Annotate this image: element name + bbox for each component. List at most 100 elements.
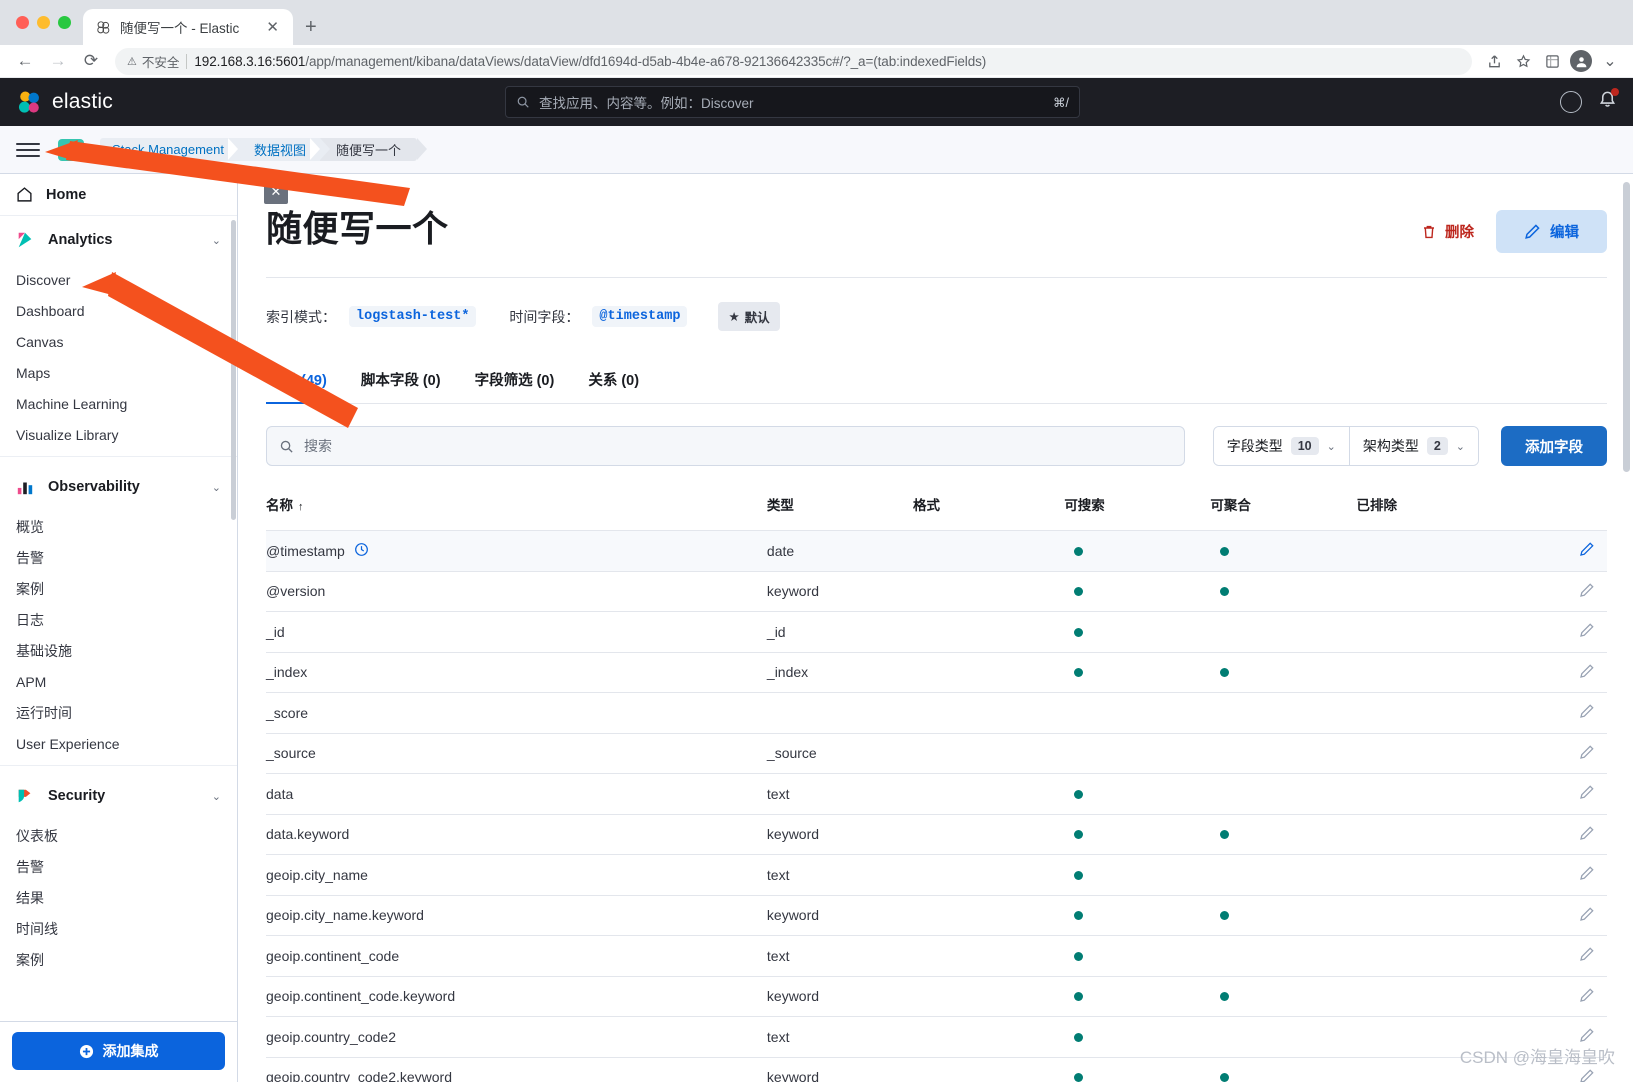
sidebar-item-uptime[interactable]: 运行时间 bbox=[0, 697, 237, 728]
bookmark-star-icon[interactable] bbox=[1510, 48, 1536, 74]
new-tab-button[interactable]: + bbox=[305, 16, 317, 39]
elastic-brand[interactable]: elastic bbox=[16, 89, 113, 116]
tab-source-filters[interactable]: 字段筛选 (0) bbox=[473, 363, 557, 404]
sidebar-group-observability[interactable]: Observability ⌄ bbox=[0, 463, 237, 511]
tab-fields[interactable]: 字段 (49) bbox=[266, 363, 329, 404]
sidebar-item-infrastructure[interactable]: 基础设施 bbox=[0, 635, 237, 666]
field-type-filter-button[interactable]: 字段类型 10 ⌄ bbox=[1213, 427, 1349, 465]
sidebar-scrollbar[interactable] bbox=[231, 220, 236, 520]
schema-type-filter-button[interactable]: 架构类型 2 ⌄ bbox=[1348, 427, 1478, 465]
sidebar-item-security-dashboards[interactable]: 仪表板 bbox=[0, 820, 237, 851]
sidebar-item-cases[interactable]: 案例 bbox=[0, 573, 237, 604]
chevron-down-icon[interactable]: ⌄ bbox=[212, 234, 221, 247]
sidebar-item-user-experience[interactable]: User Experience bbox=[0, 728, 237, 759]
tab-relationships[interactable]: 关系 (0) bbox=[586, 363, 641, 404]
sidebar-item-visualize-library[interactable]: Visualize Library bbox=[0, 419, 237, 450]
table-row[interactable]: @timestamp date bbox=[266, 530, 1607, 572]
add-integration-button[interactable]: 添加集成 bbox=[12, 1032, 225, 1070]
column-header-searchable[interactable]: 可搜索 bbox=[1064, 484, 1211, 531]
watermark: CSDN @海皇海皇吹 bbox=[1459, 1048, 1615, 1067]
sidebar-item-dashboard[interactable]: Dashboard bbox=[0, 295, 237, 326]
field-search-input[interactable]: 搜索 bbox=[266, 426, 1185, 466]
reload-button[interactable]: ⟳ bbox=[76, 47, 106, 75]
sidebar-item-logs[interactable]: 日志 bbox=[0, 604, 237, 635]
edit-field-button[interactable] bbox=[1579, 542, 1595, 560]
table-row[interactable]: geoip.city_name text bbox=[266, 854, 1607, 896]
sidebar-group-analytics[interactable]: Analytics ⌄ bbox=[0, 216, 237, 264]
tab-scripted-fields[interactable]: 脚本字段 (0) bbox=[359, 363, 443, 404]
delete-button[interactable]: 删除 bbox=[1415, 213, 1480, 250]
chevron-down-icon[interactable]: ⌄ bbox=[212, 481, 221, 494]
sidebar-item-canvas[interactable]: Canvas bbox=[0, 326, 237, 357]
breadcrumb-item-stack-management[interactable]: Stack Management bbox=[100, 138, 249, 161]
sidebar-item-home[interactable]: Home bbox=[0, 174, 237, 216]
profile-avatar-icon[interactable] bbox=[1568, 48, 1594, 74]
edit-field-button[interactable] bbox=[1579, 704, 1595, 722]
sidebar-item-maps[interactable]: Maps bbox=[0, 357, 237, 388]
browser-tab[interactable]: 随便写一个 - Elastic ✕ bbox=[83, 9, 293, 45]
sidebar-group-security[interactable]: Security ⌄ bbox=[0, 772, 237, 820]
table-row[interactable]: _source _source bbox=[266, 733, 1607, 774]
edit-field-button[interactable] bbox=[1579, 947, 1595, 965]
main-scrollbar[interactable] bbox=[1623, 182, 1630, 472]
close-window-button[interactable] bbox=[16, 16, 29, 29]
minimize-window-button[interactable] bbox=[37, 16, 50, 29]
bell-icon[interactable] bbox=[1598, 88, 1619, 114]
sidebar-item-machine-learning[interactable]: Machine Learning bbox=[0, 388, 237, 419]
chevron-down-icon[interactable]: ⌄ bbox=[212, 790, 221, 803]
edit-field-button[interactable] bbox=[1579, 623, 1595, 641]
table-row[interactable]: _index _index bbox=[266, 652, 1607, 693]
edit-button[interactable]: 编辑 bbox=[1496, 210, 1607, 253]
sidebar-item-security-alerts[interactable]: 告警 bbox=[0, 851, 237, 882]
breadcrumb-item-current[interactable]: 随便写一个 bbox=[310, 138, 428, 161]
edit-field-button[interactable] bbox=[1579, 583, 1595, 601]
sidebar-item-alerts[interactable]: 告警 bbox=[0, 542, 237, 573]
table-row[interactable]: geoip.continent_code text bbox=[266, 935, 1607, 977]
back-button[interactable]: ← bbox=[10, 47, 40, 75]
sidebar-item-overview[interactable]: 概览 bbox=[0, 511, 237, 542]
edit-field-button[interactable] bbox=[1579, 745, 1595, 763]
column-header-name[interactable]: 名称 ↑ bbox=[266, 484, 767, 531]
table-row[interactable]: data.keyword keyword bbox=[266, 814, 1607, 855]
forward-button[interactable]: → bbox=[43, 47, 73, 75]
column-header-aggregatable[interactable]: 可聚合 bbox=[1210, 484, 1357, 531]
not-secure-indicator[interactable]: ⚠ 不安全 bbox=[127, 52, 179, 71]
sidebar-item-findings[interactable]: 结果 bbox=[0, 882, 237, 913]
close-tab-button[interactable]: ✕ bbox=[262, 18, 283, 37]
table-row[interactable]: data text bbox=[266, 773, 1607, 815]
edit-field-button[interactable] bbox=[1579, 785, 1595, 803]
table-row[interactable]: geoip.country_code2.keyword keyword bbox=[266, 1057, 1607, 1082]
table-row[interactable]: @version keyword bbox=[266, 571, 1607, 612]
edit-field-button[interactable] bbox=[1579, 664, 1595, 682]
edit-field-button[interactable] bbox=[1579, 866, 1595, 884]
chrome-menu-icon[interactable]: ⌄ bbox=[1597, 48, 1623, 74]
help-circle-icon[interactable] bbox=[1560, 91, 1582, 113]
table-row[interactable]: _score bbox=[266, 692, 1607, 734]
sidebar-item-security-cases[interactable]: 案例 bbox=[0, 944, 237, 975]
table-row[interactable]: geoip.continent_code.keyword keyword bbox=[266, 976, 1607, 1017]
table-row[interactable]: geoip.city_name.keyword keyword bbox=[266, 895, 1607, 936]
edit-field-button[interactable] bbox=[1579, 988, 1595, 1006]
share-icon[interactable] bbox=[1481, 48, 1507, 74]
space-avatar-badge[interactable]: 默 bbox=[58, 138, 84, 161]
sidebar-item-discover[interactable]: Discover bbox=[0, 264, 237, 295]
breadcrumb-item-data-views[interactable]: 数据视图 bbox=[228, 138, 331, 161]
sidebar-item-apm[interactable]: APM bbox=[0, 666, 237, 697]
edit-field-button[interactable] bbox=[1579, 907, 1595, 925]
maximize-window-button[interactable] bbox=[58, 16, 71, 29]
column-header-format[interactable]: 格式 bbox=[913, 484, 1065, 531]
edit-field-button[interactable] bbox=[1579, 826, 1595, 844]
extensions-icon[interactable] bbox=[1539, 48, 1565, 74]
table-row[interactable]: geoip.country_code2 text bbox=[266, 1016, 1607, 1058]
sidebar-item-timelines[interactable]: 时间线 bbox=[0, 913, 237, 944]
column-header-excluded[interactable]: 已排除 bbox=[1356, 484, 1514, 531]
add-field-button[interactable]: 添加字段 bbox=[1501, 426, 1607, 466]
edit-field-button[interactable] bbox=[1579, 1069, 1595, 1082]
global-search-input[interactable]: 查找应用、内容等。例如：Discover ⌘/ bbox=[505, 86, 1080, 118]
column-header-type[interactable]: 类型 bbox=[766, 484, 913, 531]
close-icon[interactable]: ✕ bbox=[264, 180, 288, 204]
hamburger-menu-icon[interactable] bbox=[12, 134, 44, 166]
address-bar[interactable]: ⚠ 不安全 192.168.3.16:5601/app/management/k… bbox=[115, 47, 1472, 75]
security-icon bbox=[18, 789, 31, 803]
table-row[interactable]: _id _id bbox=[266, 611, 1607, 653]
